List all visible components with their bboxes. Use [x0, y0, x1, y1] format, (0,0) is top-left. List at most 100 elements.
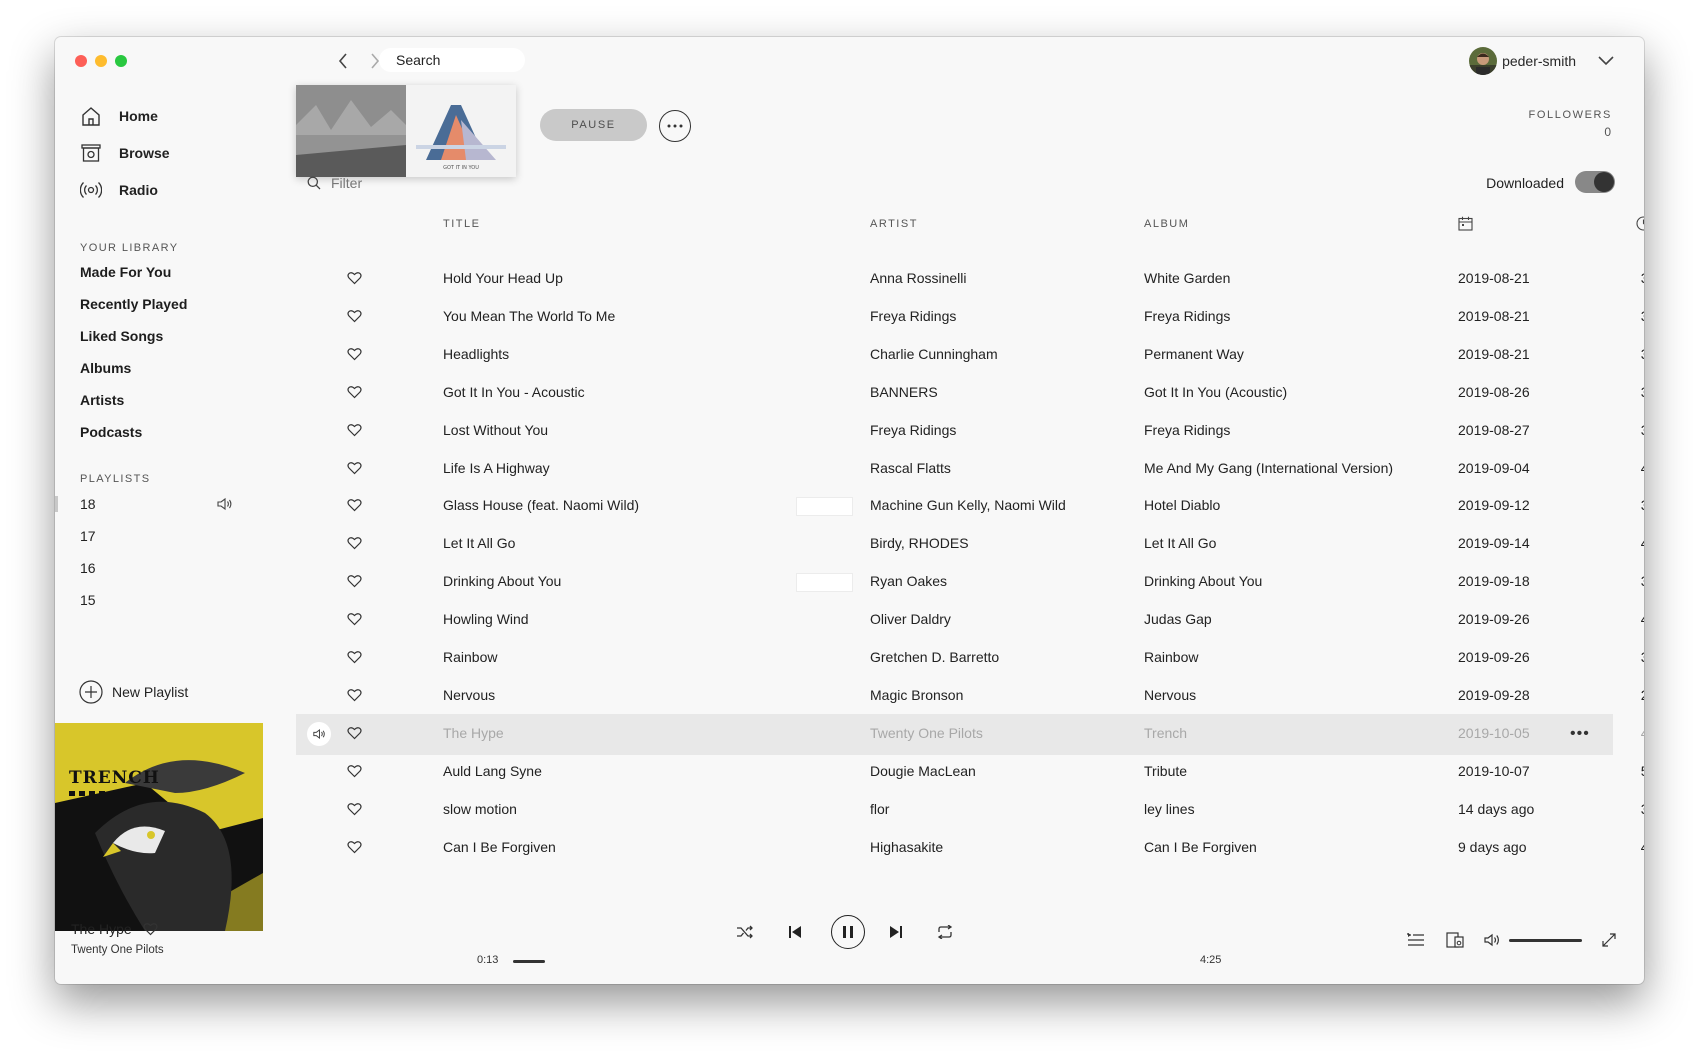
track-title[interactable]: Drinking About You — [443, 573, 561, 589]
previous-track-icon[interactable] — [783, 920, 807, 944]
track-title[interactable]: Life Is A Highway — [443, 460, 550, 476]
track-artist[interactable]: Charlie Cunningham — [870, 346, 998, 362]
playlist-item[interactable]: 17 — [80, 528, 96, 544]
downloaded-toggle[interactable] — [1575, 171, 1615, 193]
track-title[interactable]: Howling Wind — [443, 611, 529, 627]
playlist-item[interactable]: 16 — [80, 560, 96, 576]
heart-icon[interactable] — [347, 309, 362, 323]
track-artist[interactable]: Ryan Oakes — [870, 573, 947, 589]
track-title[interactable]: Glass House (feat. Naomi Wild) — [443, 497, 639, 513]
avatar[interactable] — [1469, 47, 1498, 75]
now-playing-title[interactable]: The Hype — [71, 921, 132, 937]
clock-icon[interactable] — [1636, 216, 1644, 231]
pause-button[interactable]: PAUSE — [540, 109, 647, 141]
track-artist[interactable]: Gretchen D. Barretto — [870, 649, 999, 665]
devices-icon[interactable] — [1444, 930, 1466, 950]
track-title[interactable]: Headlights — [443, 346, 509, 362]
track-album[interactable]: Hotel Diablo — [1144, 497, 1220, 513]
heart-icon[interactable] — [347, 536, 362, 550]
track-title[interactable]: Got It In You - Acoustic — [443, 384, 585, 400]
track-title[interactable]: The Hype — [443, 725, 504, 741]
table-row-now-playing[interactable]: The Hype Twenty One Pilots Trench 2019-10-0… — [296, 713, 1644, 755]
heart-icon[interactable] — [347, 385, 362, 399]
track-album[interactable]: Nervous — [1144, 687, 1196, 703]
track-title[interactable]: Auld Lang Syne — [443, 763, 542, 779]
heart-icon[interactable] — [347, 612, 362, 626]
track-album[interactable]: Drinking About You — [1144, 573, 1262, 589]
heart-icon[interactable] — [347, 498, 362, 512]
now-playing-cover-art[interactable]: TRENCH — [55, 723, 263, 931]
track-artist[interactable]: Rascal Flatts — [870, 460, 951, 476]
progress-bar[interactable] — [513, 960, 545, 963]
track-album[interactable]: White Garden — [1144, 270, 1230, 286]
more-options-button[interactable] — [659, 110, 691, 142]
table-row[interactable]: Let It All Go Birdy, RHODES Let It All Go 2… — [296, 524, 1644, 565]
sidebar-item-radio[interactable]: Radio — [80, 179, 158, 201]
track-album[interactable]: Freya Ridings — [1144, 308, 1230, 324]
minimize-window-icon[interactable] — [95, 55, 107, 67]
sidebar-item-artists[interactable]: Artists — [80, 392, 124, 408]
table-row[interactable]: slow motion flor ley lines 14 days ago 3:04 — [296, 790, 1644, 831]
search-input[interactable]: Search — [379, 48, 525, 72]
track-album[interactable]: Can I Be Forgiven — [1144, 839, 1257, 855]
table-row[interactable]: Nervous Magic Bronson Nervous 2019-09-28 2:5… — [296, 676, 1644, 717]
queue-icon[interactable] — [1405, 930, 1427, 950]
heart-icon[interactable] — [347, 423, 362, 437]
track-artist[interactable]: Dougie MacLean — [870, 763, 976, 779]
track-album[interactable]: ley lines — [1144, 801, 1195, 817]
heart-icon[interactable] — [347, 271, 362, 285]
close-window-icon[interactable] — [75, 55, 87, 67]
volume-slider[interactable] — [1509, 939, 1582, 942]
calendar-icon[interactable] — [1458, 216, 1473, 231]
volume-icon[interactable] — [1482, 930, 1504, 950]
track-album[interactable]: Freya Ridings — [1144, 422, 1230, 438]
track-artist[interactable]: Anna Rossinelli — [870, 270, 967, 286]
track-title[interactable]: You Mean The World To Me — [443, 308, 615, 324]
table-row[interactable]: Hold Your Head Up Anna Rossinelli White Ga… — [296, 259, 1644, 300]
next-track-icon[interactable] — [884, 920, 908, 944]
sidebar-item-home[interactable]: Home — [80, 105, 158, 127]
sidebar-item-recently-played[interactable]: Recently Played — [80, 296, 187, 312]
sidebar-item-podcasts[interactable]: Podcasts — [80, 424, 142, 440]
table-row[interactable]: Auld Lang Syne Dougie MacLean Tribute 2019-… — [296, 752, 1644, 793]
table-row[interactable]: Drinking About You Ryan Oakes Drinking Abo… — [296, 562, 1644, 603]
heart-icon[interactable] — [347, 802, 362, 816]
table-row[interactable]: Can I Be Forgiven Highasakite Can I Be For… — [296, 828, 1644, 869]
play-pause-button[interactable] — [831, 915, 865, 949]
column-header-artist[interactable]: ARTIST — [870, 218, 918, 230]
track-title[interactable]: Nervous — [443, 687, 495, 703]
new-playlist-button[interactable]: New Playlist — [79, 680, 188, 704]
now-playing-artist[interactable]: Twenty One Pilots — [71, 944, 164, 956]
track-artist[interactable]: Birdy, RHODES — [870, 535, 969, 551]
column-header-title[interactable]: TITLE — [443, 218, 480, 230]
heart-icon[interactable] — [347, 688, 362, 702]
table-row[interactable]: Life Is A Highway Rascal Flatts Me And My … — [296, 449, 1644, 490]
heart-icon[interactable] — [347, 840, 362, 854]
playlist-item[interactable]: 15 — [80, 592, 96, 608]
table-row[interactable]: Lost Without You Freya Ridings Freya Ridin… — [296, 411, 1644, 452]
user-menu[interactable]: peder-smith — [1469, 47, 1614, 75]
chevron-down-icon[interactable] — [1598, 56, 1614, 66]
track-artist[interactable]: Highasakite — [870, 839, 943, 855]
track-album[interactable]: Rainbow — [1144, 649, 1198, 665]
fullscreen-icon[interactable] — [1599, 930, 1619, 950]
heart-icon[interactable] — [347, 574, 362, 588]
table-row[interactable]: Rainbow Gretchen D. Barretto Rainbow 2019-0… — [296, 638, 1644, 679]
track-title[interactable]: Rainbow — [443, 649, 497, 665]
table-row[interactable]: Howling Wind Oliver Daldry Judas Gap 2019-0… — [296, 600, 1644, 641]
filter-input[interactable]: Filter — [307, 175, 362, 191]
heart-icon[interactable] — [347, 764, 362, 778]
table-row[interactable]: Got It In You - Acoustic BANNERS Got It In… — [296, 373, 1644, 414]
heart-icon[interactable] — [347, 726, 362, 740]
zoom-window-icon[interactable] — [115, 55, 127, 67]
track-album[interactable]: Me And My Gang (International Version) — [1144, 460, 1393, 476]
shuffle-icon[interactable] — [733, 920, 757, 944]
table-row[interactable]: Glass House (feat. Naomi Wild) Machine Gu… — [296, 486, 1644, 527]
heart-icon[interactable] — [347, 650, 362, 664]
track-album[interactable]: Let It All Go — [1144, 535, 1216, 551]
username[interactable]: peder-smith — [1502, 53, 1576, 69]
heart-icon[interactable] — [143, 922, 158, 936]
track-artist[interactable]: Twenty One Pilots — [870, 725, 983, 741]
track-artist[interactable]: Oliver Daldry — [870, 611, 951, 627]
track-artist[interactable]: Machine Gun Kelly, Naomi Wild — [870, 497, 1066, 513]
